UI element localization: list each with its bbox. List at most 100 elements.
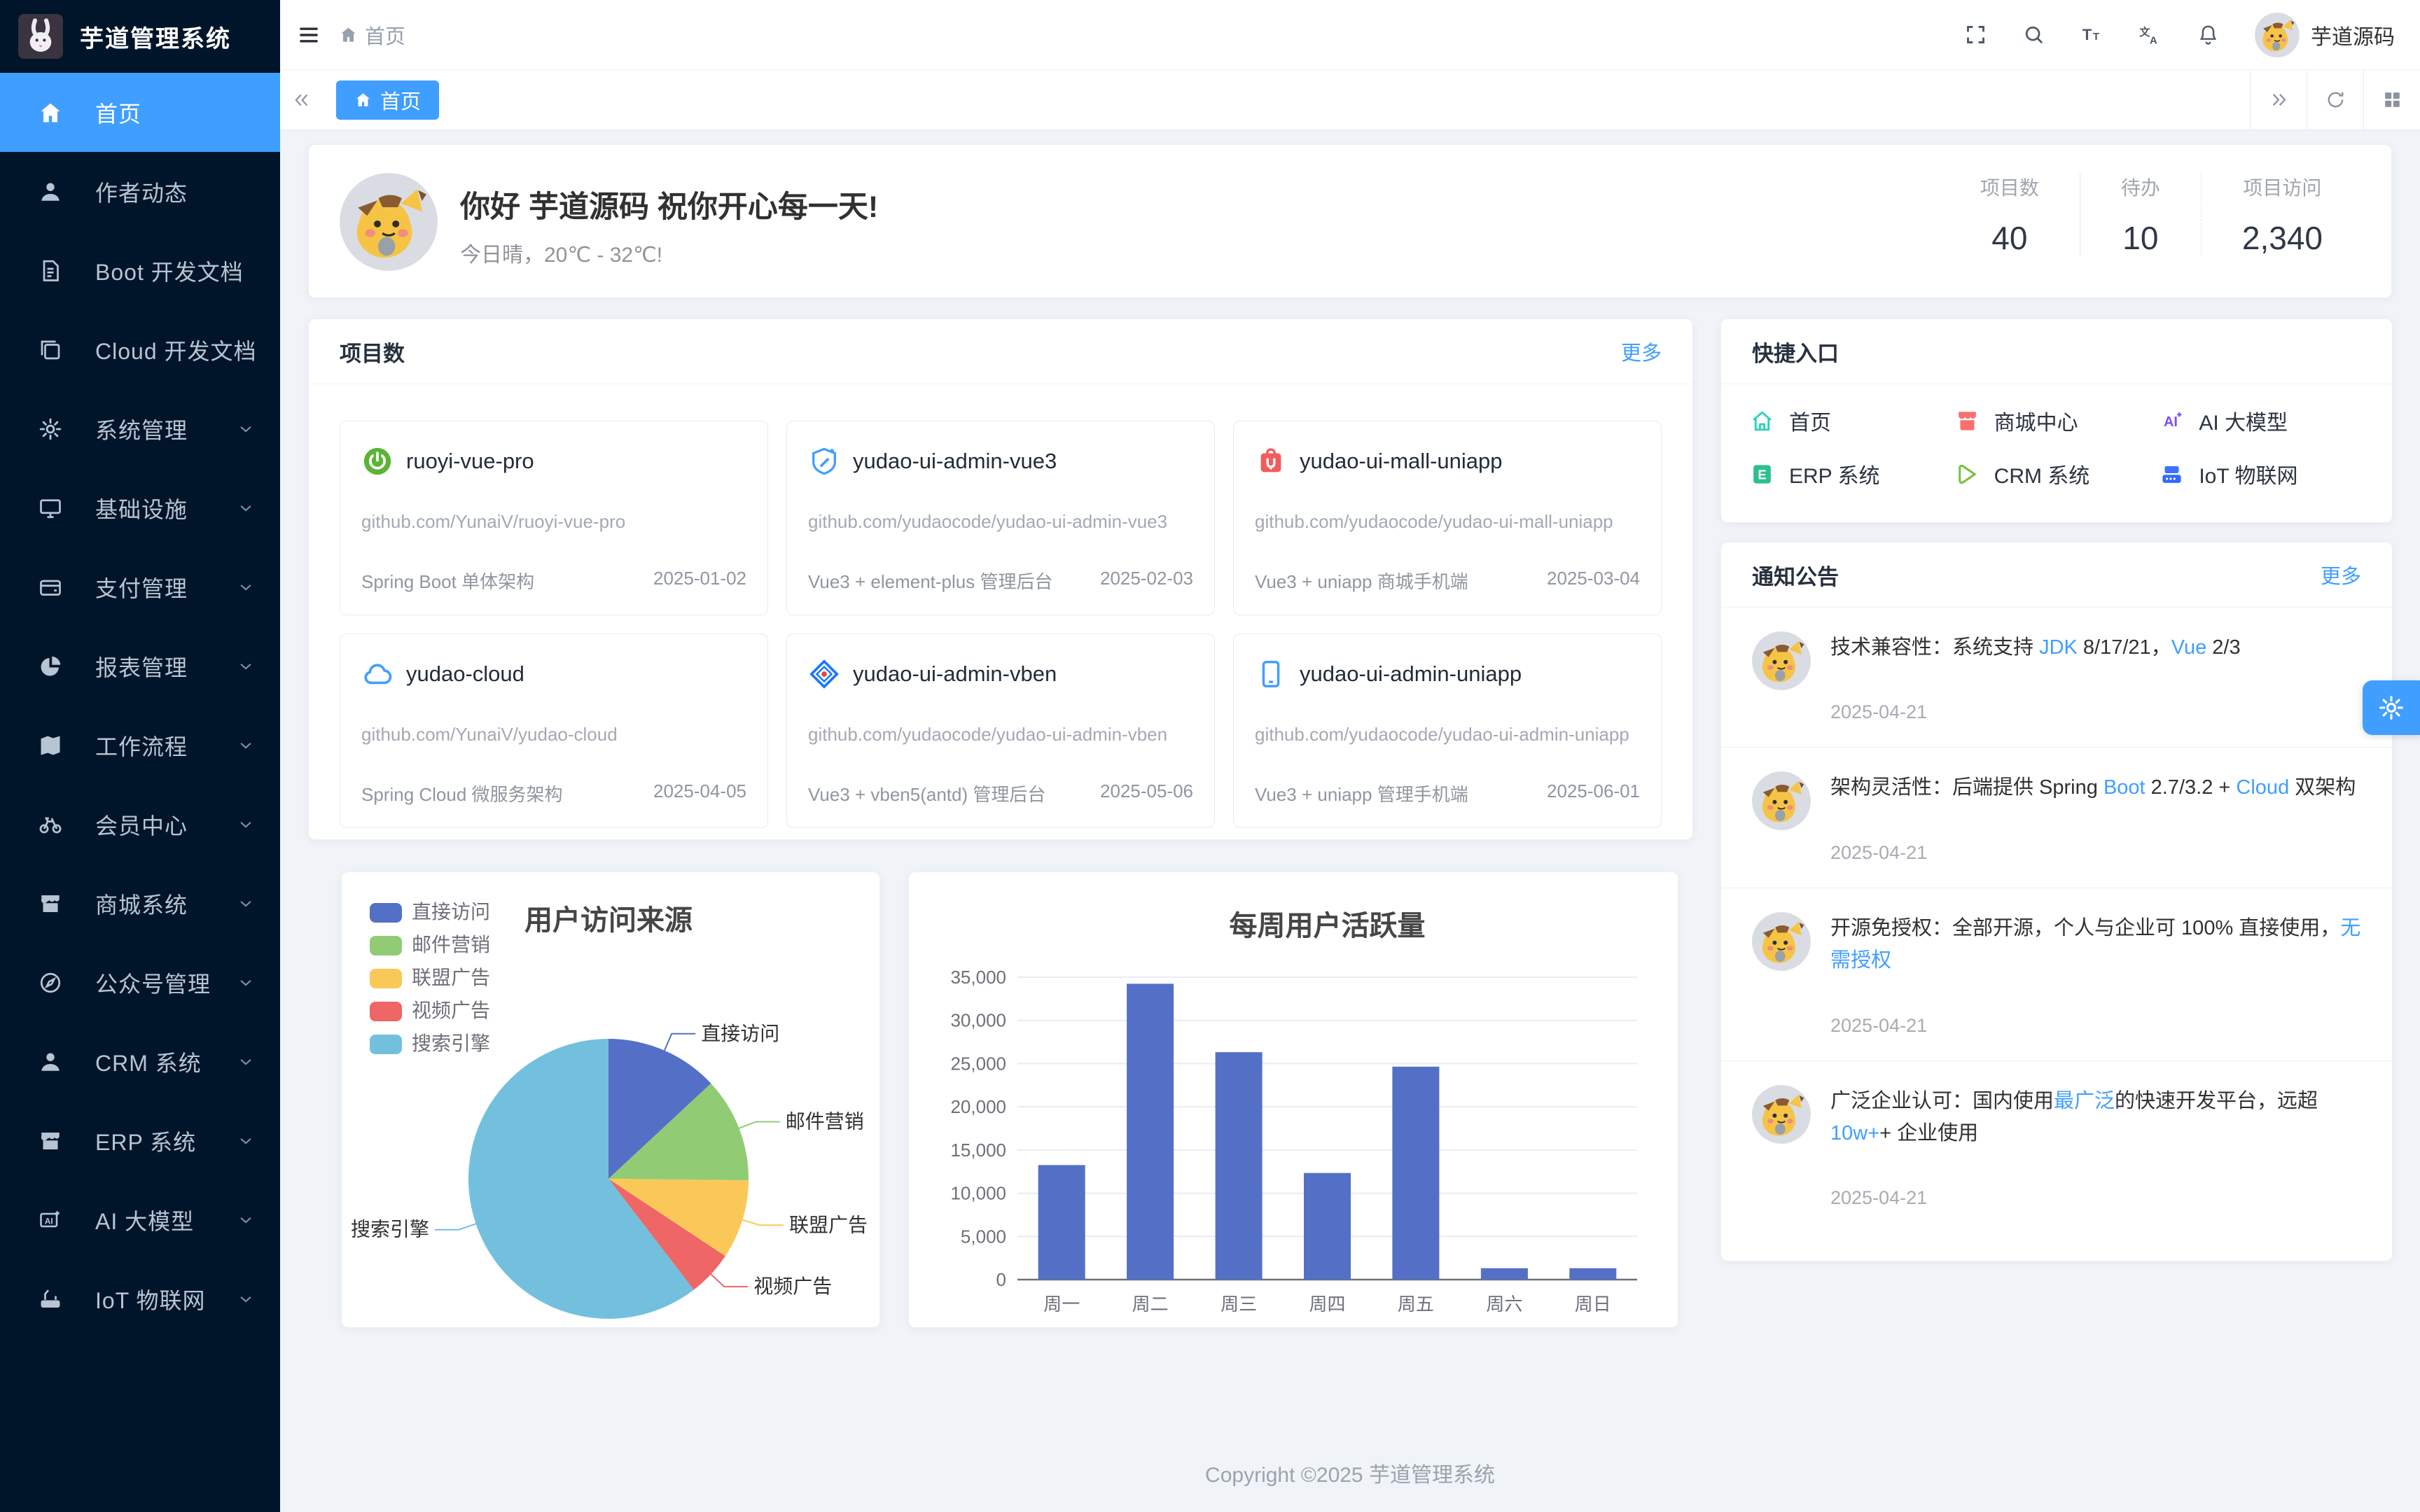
project-desc: Vue3 + uniapp 管理手机端 <box>1255 780 1468 806</box>
menu-toggle-icon[interactable] <box>297 23 321 47</box>
sidebar-item-1[interactable]: 作者动态 <box>0 152 280 231</box>
notices-list: 技术兼容性：系统支持 JDK 8/17/21，Vue 2/32025-04-21… <box>1721 608 2392 1233</box>
project-card-yudao-cloud[interactable]: yudao-cloudgithub.com/YunaiV/yudao-cloud… <box>340 634 768 828</box>
bar-chart-card: 每周用户活跃量05,00010,00015,00020,00025,00030,… <box>908 872 1678 1328</box>
sidebar-item-4[interactable]: 系统管理 <box>0 389 280 468</box>
storefront-icon <box>38 891 63 916</box>
svg-text:周六: 周六 <box>1486 1294 1522 1315</box>
project-card-yudao-ui-admin-vue3[interactable]: yudao-ui-admin-vue3github.com/yudaocode/… <box>786 421 1215 615</box>
shortcut-商城中心[interactable]: 商城中心 <box>1954 405 2160 436</box>
settings-button[interactable] <box>2363 680 2420 735</box>
project-card-yudao-ui-admin-uniapp[interactable]: yudao-ui-admin-uniappgithub.com/yudaocod… <box>1233 634 1662 828</box>
tabs-scroll-right-button[interactable] <box>2250 70 2307 130</box>
shortcut-label: 首页 <box>1789 405 1831 436</box>
svg-text:10,000: 10,000 <box>950 1183 1006 1204</box>
svg-text:邮件营销: 邮件营销 <box>786 1111 864 1133</box>
svg-text:周日: 周日 <box>1575 1294 1611 1315</box>
svg-text:5,000: 5,000 <box>961 1226 1006 1247</box>
app-logo: 芋道管理系统 <box>0 0 280 73</box>
notice-date: 2025-04-21 <box>1830 1015 2361 1037</box>
sidebar-item-6[interactable]: 支付管理 <box>0 547 280 626</box>
project-url: github.com/YunaiV/ruoyi-vue-pro <box>361 508 746 536</box>
notice-item-2[interactable]: 开源免授权：全部开源，个人与企业可 100% 直接使用，无需授权 2025-04-… <box>1721 888 2392 1060</box>
sidebar-item-13[interactable]: ERP 系统 <box>0 1101 280 1180</box>
layout-grid-button[interactable] <box>2363 70 2420 130</box>
fullscreen-icon[interactable] <box>1964 23 1987 46</box>
project-card-yudao-ui-mall-uniapp[interactable]: yudao-ui-mall-uniapp github.com/yudaocode… <box>1233 421 1662 615</box>
sidebar-item-14[interactable]: AIAI 大模型 <box>0 1180 280 1259</box>
project-date: 2025-06-01 <box>1547 780 1640 806</box>
sidebar-item-9[interactable]: 会员中心 <box>0 785 280 864</box>
notice-item-1[interactable]: 架构灵活性：后端提供 Spring Boot 2.7/3.2 + Cloud 双… <box>1721 747 2392 887</box>
shortcut-ERP 系统[interactable]: EERP 系统 <box>1749 458 1954 489</box>
document-icon <box>38 258 63 284</box>
chevron-down-icon <box>235 656 256 677</box>
sidebar-item-12[interactable]: CRM 系统 <box>0 1022 280 1101</box>
font-size-icon[interactable]: TT <box>2080 23 2103 46</box>
sidebar-item-3[interactable]: Cloud 开发文档 <box>0 310 280 389</box>
app-title: 芋道管理系统 <box>80 20 231 54</box>
user-menu[interactable]: 芋道源码 <box>2255 13 2395 57</box>
project-name: ruoyi-vue-pro <box>406 449 534 474</box>
notice-avatar <box>1752 631 1811 690</box>
project-url: github.com/yudaocode/yudao-ui-mall-uniap… <box>1255 508 1640 536</box>
shortcuts-panel: 快捷入口 首页商城中心AIAI 大模型EERP 系统CRM 系统IoT 物联网 <box>1720 318 2393 523</box>
pie-chart: 用户访问来源直接访问邮件营销联盟广告视频广告搜索引擎直接访问邮件营销联盟广告视频… <box>342 872 881 1329</box>
user-icon <box>38 179 63 204</box>
svg-text:视频广告: 视频广告 <box>753 1275 832 1297</box>
sidebar-item-label: 商城系统 <box>95 888 235 920</box>
sidebar-item-10[interactable]: 商城系统 <box>0 864 280 943</box>
shortcut-首页[interactable]: 首页 <box>1749 405 1954 436</box>
home-icon <box>354 91 372 108</box>
qe-home-icon <box>1749 408 1775 434</box>
projects-more-link[interactable]: 更多 <box>1621 337 1662 366</box>
sidebar-item-8[interactable]: 工作流程 <box>0 706 280 785</box>
sidebar-menu: 首页作者动态Boot 开发文档Cloud 开发文档系统管理基础设施支付管理报表管… <box>0 73 280 1338</box>
project-name: yudao-ui-mall-uniapp <box>1300 449 1503 474</box>
sidebar-item-0[interactable]: 首页 <box>0 73 280 152</box>
shortcut-AI 大模型[interactable]: AIAI 大模型 <box>2159 405 2364 436</box>
bell-icon[interactable] <box>2197 23 2220 46</box>
project-card-yudao-ui-admin-vben[interactable]: yudao-ui-admin-vbengithub.com/yudaocode/… <box>786 634 1215 828</box>
svg-text:AI: AI <box>2164 414 2178 430</box>
project-date: 2025-01-02 <box>653 568 746 594</box>
notice-item-0[interactable]: 技术兼容性：系统支持 JDK 8/17/21，Vue 2/32025-04-21 <box>1721 608 2392 747</box>
qe-crm-icon <box>1954 461 1980 487</box>
svg-text:T: T <box>2082 26 2092 43</box>
sidebar-item-15[interactable]: IoT 物联网 <box>0 1259 280 1338</box>
shortcut-IoT 物联网[interactable]: IoT 物联网 <box>2159 458 2364 489</box>
breadcrumb[interactable]: 首页 <box>339 20 405 50</box>
vue-icon <box>808 445 840 477</box>
project-desc: Vue3 + vben5(antd) 管理后台 <box>808 780 1045 806</box>
svg-text:周一: 周一 <box>1043 1294 1080 1315</box>
svg-text:用户访问来源: 用户访问来源 <box>524 905 693 936</box>
notices-more-link[interactable]: 更多 <box>2321 560 2361 589</box>
sidebar-item-11[interactable]: 公众号管理 <box>0 943 280 1022</box>
notice-text: 技术兼容性：系统支持 JDK 8/17/21，Vue 2/3 <box>1830 631 2361 664</box>
notice-item-3[interactable]: 广泛企业认可：国内使用最广泛的快速开发平台，远超 10w++ 企业使用2025-… <box>1721 1060 2392 1233</box>
tabs-scroll-left-button[interactable] <box>280 70 324 130</box>
project-head: yudao-ui-admin-vue3 <box>808 445 1193 477</box>
router-icon <box>38 1287 63 1312</box>
sidebar-item-7[interactable]: 报表管理 <box>0 626 280 706</box>
pie-icon <box>38 654 63 679</box>
language-icon[interactable]: 文A <box>2139 23 2162 46</box>
svg-text:30,000: 30,000 <box>950 1010 1006 1031</box>
svg-text:周二: 周二 <box>1132 1294 1169 1315</box>
project-card-ruoyi-vue-pro[interactable]: ruoyi-vue-pro github.com/YunaiV/ruoyi-vue… <box>340 421 768 615</box>
search-icon[interactable] <box>2022 23 2045 46</box>
project-desc: Spring Cloud 微服务架构 <box>361 780 563 806</box>
project-desc: Vue3 + uniapp 商城手机端 <box>1255 568 1468 594</box>
sidebar-item-2[interactable]: Boot 开发文档 <box>0 231 280 310</box>
tab-home[interactable]: 首页 <box>336 80 439 120</box>
bike-icon <box>38 812 63 837</box>
sidebar-item-5[interactable]: 基础设施 <box>0 468 280 547</box>
project-name: yudao-ui-admin-vue3 <box>853 449 1057 474</box>
shortcut-CRM 系统[interactable]: CRM 系统 <box>1954 458 2160 489</box>
logo-image <box>18 14 63 59</box>
phone-icon <box>1255 658 1287 690</box>
notice-text: 开源免授权：全部开源，个人与企业可 100% 直接使用，无需授权 <box>1830 912 2361 977</box>
svg-text:视频广告: 视频广告 <box>412 1000 490 1021</box>
refresh-button[interactable] <box>2307 70 2363 130</box>
qe-shop-icon <box>1954 408 1980 434</box>
